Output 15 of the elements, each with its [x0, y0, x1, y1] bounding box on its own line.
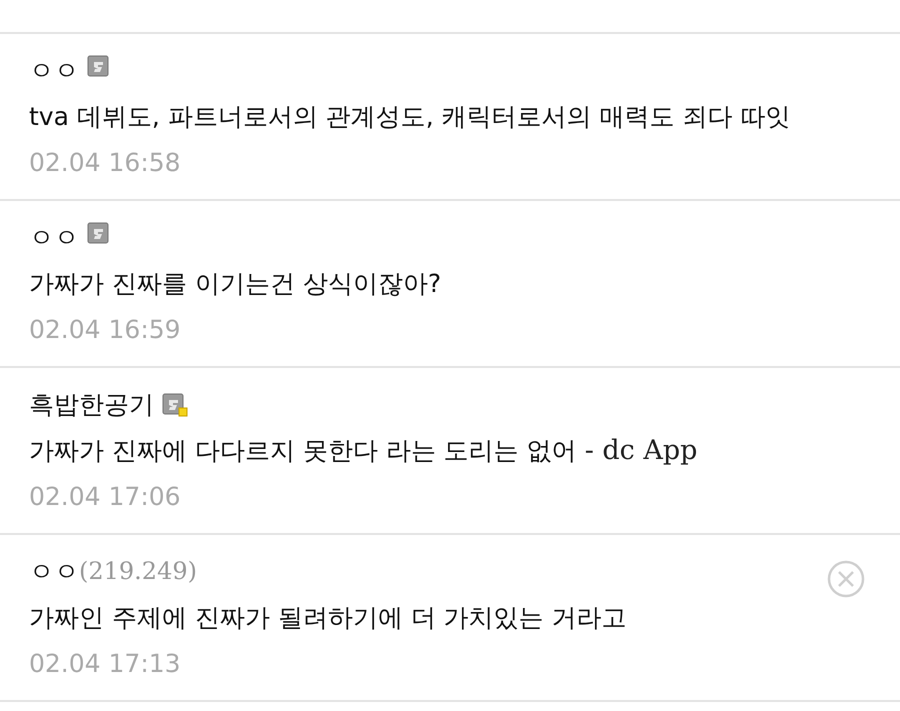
comment-text: 가짜인 주제에 진짜가 될려하기에 더 가치있는 거라고	[29, 602, 627, 634]
delete-icon[interactable]	[826, 559, 866, 599]
nickname: ㅇㅇ	[29, 54, 79, 86]
comment-date: 02.04 16:58	[29, 148, 182, 177]
nickname: ㅇㅇ	[29, 556, 79, 588]
ip-address: (219.249)	[79, 557, 197, 585]
nickname: ㅇㅇ	[29, 222, 79, 254]
comment-date: 02.04 16:59	[29, 315, 182, 344]
comment-text: 가짜가 진짜를 이기는건 상식이잖아?	[29, 268, 442, 300]
comment-text: tva 데뷔도, 파트너로서의 관계성도, 캐릭터로서의 매력도 죄다 따잇	[29, 101, 790, 133]
comment-date: 02.04 17:06	[29, 482, 182, 511]
nickname: 흑밥한공기	[29, 388, 154, 420]
comment-date: 02.04 17:13	[29, 649, 182, 678]
comment-text: 가짜가 진짜에 다다르지 못한다 라는 도리는 없어	[29, 435, 577, 467]
app-source: - dc App	[584, 435, 698, 466]
